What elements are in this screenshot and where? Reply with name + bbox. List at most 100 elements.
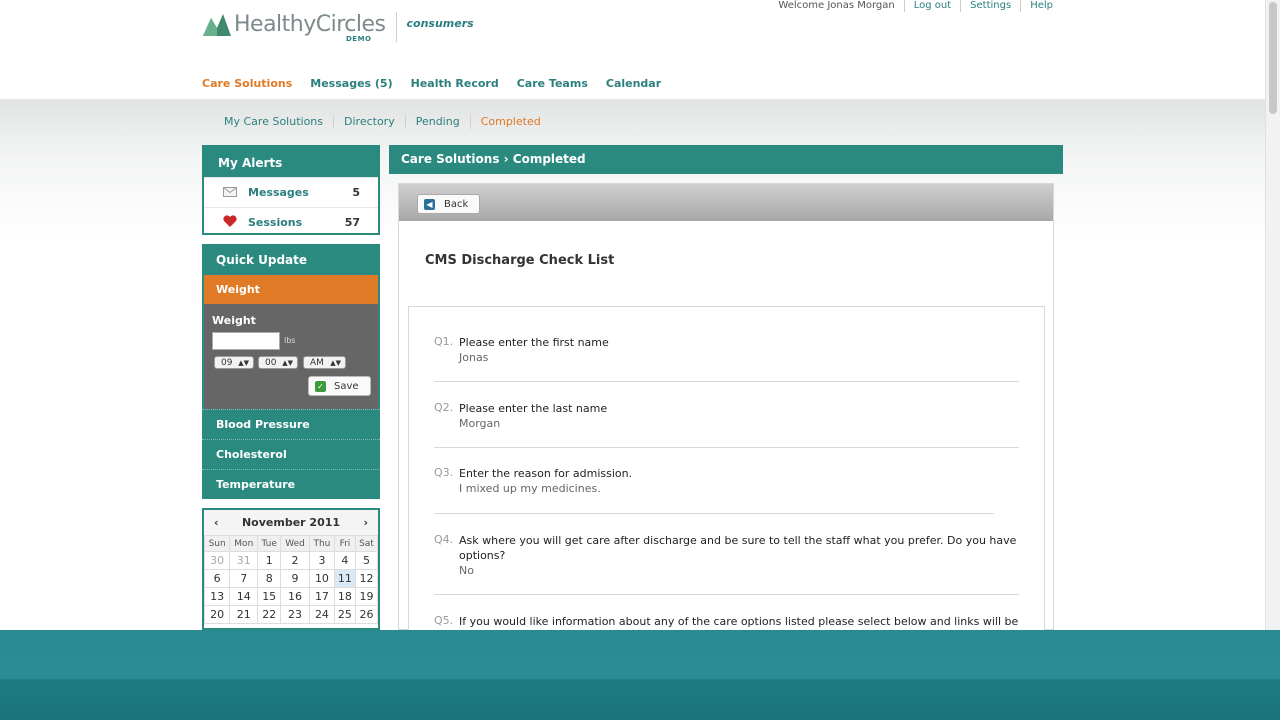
welcome-text: Welcome Jonas Morgan bbox=[778, 0, 895, 11]
calendar-day[interactable]: 17 bbox=[308, 587, 335, 606]
calendar-day[interactable]: 7 bbox=[229, 569, 259, 588]
question-answer: Morgan bbox=[459, 417, 501, 430]
help-link[interactable]: Help bbox=[1020, 0, 1062, 12]
calendar-day[interactable]: 15 bbox=[257, 587, 282, 606]
page-title: CMS Discharge Check List bbox=[425, 253, 615, 268]
save-button[interactable]: ✓ Save bbox=[308, 376, 371, 396]
calendar-day-today[interactable]: 11 bbox=[333, 569, 356, 588]
tab-weight[interactable]: Weight bbox=[204, 275, 378, 304]
quick-update-title: Quick Update bbox=[202, 244, 380, 275]
calendar-header: ‹ November 2011 › bbox=[204, 510, 378, 535]
question-text: Please enter the first name bbox=[459, 336, 609, 349]
calendar-day[interactable]: 26 bbox=[354, 605, 378, 624]
portal-name: consumers bbox=[406, 17, 474, 30]
calendar-day[interactable]: 20 bbox=[204, 605, 231, 624]
alert-sessions[interactable]: Sessions 57 bbox=[204, 207, 378, 237]
page: HealthyCircles DEMO consumers Welcome Jo… bbox=[0, 0, 1280, 630]
question-text: Please enter the last name bbox=[459, 402, 608, 415]
calendar-widget: ‹ November 2011 › Sun Mon Tue Wed Thu Fr… bbox=[202, 508, 380, 630]
question-answer: Jonas bbox=[459, 351, 489, 364]
question-divider bbox=[434, 447, 1019, 448]
logo-divider bbox=[395, 12, 397, 42]
nav-care-solutions[interactable]: Care Solutions bbox=[202, 77, 292, 90]
weight-input[interactable] bbox=[212, 332, 280, 350]
check-icon: ✓ bbox=[315, 380, 326, 392]
tab-cholesterol[interactable]: Cholesterol bbox=[202, 439, 380, 469]
calendar-day[interactable]: 16 bbox=[280, 587, 310, 606]
question-item: Q2. Please enter the last name Morgan bbox=[434, 401, 1019, 431]
calendar-day[interactable]: 3 bbox=[308, 551, 335, 570]
calendar-day[interactable]: 24 bbox=[308, 605, 335, 624]
calendar-day[interactable]: 23 bbox=[280, 605, 310, 624]
next-month-icon[interactable]: › bbox=[363, 516, 368, 529]
question-divider bbox=[434, 594, 1019, 595]
save-label: Save bbox=[334, 380, 359, 392]
dow-label: Wed bbox=[280, 535, 310, 552]
calendar-day[interactable]: 8 bbox=[257, 569, 282, 588]
question-number: Q5. bbox=[434, 614, 454, 627]
ampm-select[interactable]: AM ▲▼ bbox=[303, 356, 346, 369]
select-arrows-icon: ▲▼ bbox=[282, 359, 293, 367]
nav-calendar[interactable]: Calendar bbox=[606, 77, 661, 90]
subnav-completed[interactable]: Completed bbox=[469, 115, 551, 129]
calendar-day[interactable]: 21 bbox=[229, 605, 259, 624]
calendar-day[interactable]: 10 bbox=[308, 569, 335, 588]
settings-link[interactable]: Settings bbox=[960, 0, 1020, 12]
hour-select[interactable]: 09 ▲▼ bbox=[214, 356, 254, 369]
calendar-day[interactable]: 25 bbox=[333, 605, 356, 624]
weight-form: Weight lbs 09 ▲▼ 00 ▲▼ AM ▲▼ ✓ Save bbox=[204, 304, 378, 409]
prev-month-icon[interactable]: ‹ bbox=[214, 516, 219, 529]
page-scrollbar[interactable] bbox=[1265, 0, 1280, 630]
brand-tag: DEMO bbox=[346, 35, 372, 43]
logout-link[interactable]: Log out bbox=[903, 0, 960, 12]
calendar-day[interactable]: 1 bbox=[257, 551, 282, 570]
nav-care-teams[interactable]: Care Teams bbox=[517, 77, 588, 90]
calendar-day[interactable]: 9 bbox=[280, 569, 310, 588]
calendar-day[interactable]: 31 bbox=[229, 551, 259, 570]
question-number: Q4. bbox=[434, 533, 454, 546]
alert-messages[interactable]: Messages 5 bbox=[204, 177, 378, 207]
logo[interactable]: HealthyCircles DEMO consumers bbox=[203, 12, 474, 43]
question-number: Q3. bbox=[434, 466, 454, 479]
ampm-value: AM bbox=[310, 358, 324, 368]
calendar-day[interactable]: 5 bbox=[354, 551, 378, 570]
dow-label: Tue bbox=[257, 535, 282, 552]
tab-temperature[interactable]: Temperature bbox=[202, 469, 380, 499]
calendar-day[interactable]: 13 bbox=[204, 587, 231, 606]
question-item: Q3. Enter the reason for admission. I mi… bbox=[434, 466, 1019, 496]
dow-label: Fri bbox=[333, 535, 356, 552]
subnav-pending[interactable]: Pending bbox=[404, 115, 470, 129]
envelope-icon bbox=[222, 186, 238, 200]
minute-value: 00 bbox=[265, 358, 277, 368]
back-button[interactable]: ◀ Back bbox=[417, 194, 480, 214]
calendar-day[interactable]: 22 bbox=[257, 605, 282, 624]
logo-leaf-icon bbox=[203, 14, 231, 36]
content-toolbar: ◀ Back bbox=[399, 184, 1053, 221]
hour-value: 09 bbox=[221, 358, 233, 368]
calendar-day[interactable]: 30 bbox=[204, 551, 231, 570]
subnav-my-care-solutions[interactable]: My Care Solutions bbox=[214, 115, 333, 129]
tab-blood-pressure[interactable]: Blood Pressure bbox=[202, 409, 380, 439]
question-text: Ask where you will get care after discha… bbox=[459, 534, 1017, 562]
calendar-day[interactable]: 2 bbox=[280, 551, 310, 570]
scrollbar-thumb[interactable] bbox=[1269, 2, 1277, 114]
minute-select[interactable]: 00 ▲▼ bbox=[258, 356, 298, 369]
question-text: Enter the reason for admission. bbox=[459, 467, 633, 480]
question-divider bbox=[434, 381, 1019, 382]
calendar-day[interactable]: 14 bbox=[229, 587, 259, 606]
alert-sessions-count: 57 bbox=[344, 216, 360, 229]
calendar-day[interactable]: 19 bbox=[354, 587, 378, 606]
calendar-day[interactable]: 6 bbox=[204, 569, 231, 588]
nav-messages[interactable]: Messages (5) bbox=[310, 77, 392, 90]
alert-messages-count: 5 bbox=[352, 186, 360, 199]
question-item: Q1. Please enter the first name Jonas bbox=[434, 335, 1019, 365]
calendar-day[interactable]: 4 bbox=[333, 551, 356, 570]
calendar-day[interactable]: 18 bbox=[333, 587, 356, 606]
sub-nav: My Care Solutions Directory Pending Comp… bbox=[214, 115, 551, 129]
subnav-directory[interactable]: Directory bbox=[333, 115, 405, 129]
nav-health-record[interactable]: Health Record bbox=[411, 77, 499, 90]
quick-update-panel: Quick Update Weight Weight lbs 09 ▲▼ 00 ▲▼… bbox=[202, 244, 380, 499]
dow-label: Mon bbox=[229, 535, 259, 552]
heart-icon bbox=[222, 215, 238, 230]
calendar-day[interactable]: 12 bbox=[354, 569, 378, 588]
